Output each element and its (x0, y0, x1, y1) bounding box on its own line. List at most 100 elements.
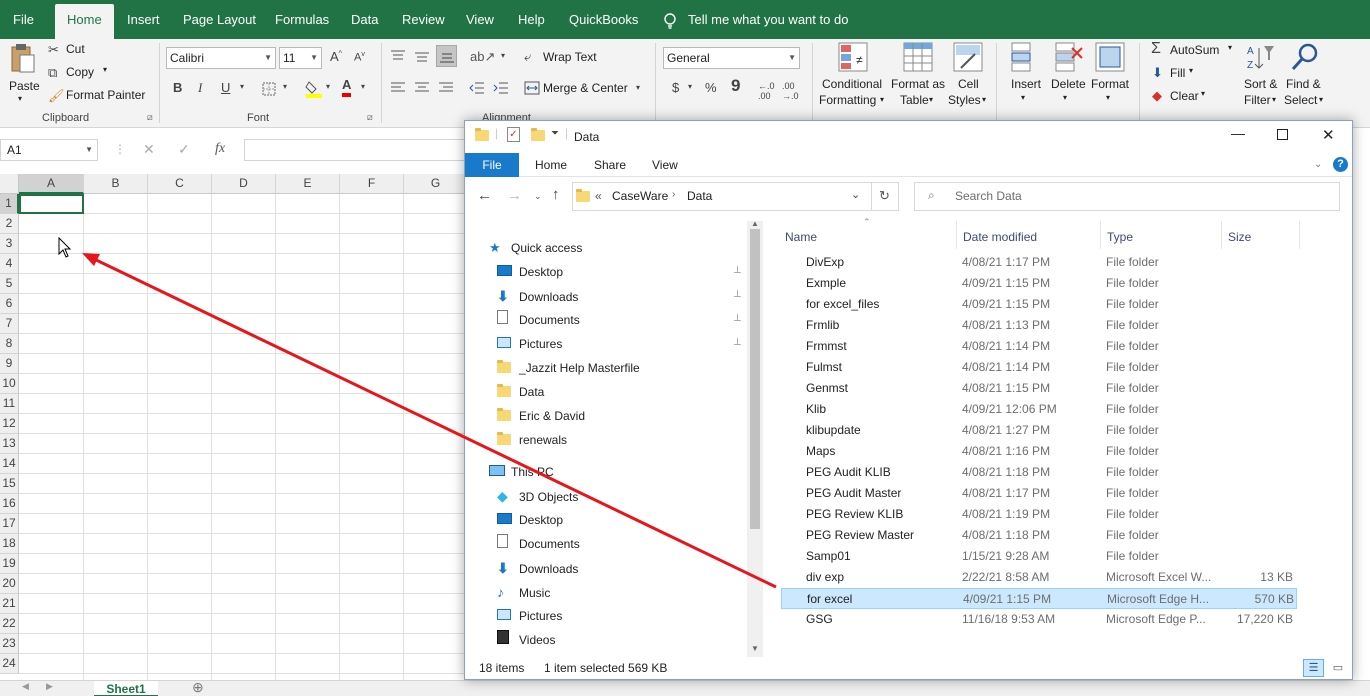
file-row[interactable]: Samp01 1/15/21 9:28 AM File folder (781, 546, 1297, 567)
scroll-down-icon[interactable]: ▼ (751, 644, 759, 653)
row-header-18[interactable]: 18 (0, 534, 19, 554)
fill-button[interactable]: Fill (1170, 66, 1185, 80)
scroll-up-icon[interactable]: ▲ (751, 219, 759, 228)
nav-scroll-thumb[interactable] (750, 229, 760, 529)
row-header-14[interactable]: 14 (0, 454, 19, 474)
column-header-name[interactable]: Name (785, 225, 817, 249)
tab-review[interactable]: Review (402, 0, 445, 39)
file-row[interactable]: Genmst 4/08/21 1:15 PM File folder (781, 378, 1297, 399)
column-header-size[interactable]: Size (1228, 225, 1251, 249)
cell-styles-label-1[interactable]: Cell (958, 77, 979, 91)
tab-view[interactable]: View (466, 0, 494, 39)
bottom-align-button[interactable] (436, 45, 457, 67)
sort-filter-label-1[interactable]: Sort & (1244, 77, 1277, 91)
explorer-tab-view[interactable]: View (652, 153, 678, 177)
row-header-13[interactable]: 13 (0, 434, 19, 454)
wrap-text-button[interactable]: Wrap Text (543, 50, 597, 64)
row-header-15[interactable]: 15 (0, 474, 19, 494)
address-bar[interactable]: « CaseWare › Data ⌄ ↻ (572, 182, 899, 211)
column-header-type[interactable]: Type (1107, 225, 1133, 249)
fill-color-icon[interactable] (305, 79, 323, 99)
comma-style-button[interactable]: 9 (731, 76, 740, 96)
dialog-launcher-icon[interactable]: ⧄ (147, 112, 153, 123)
file-row[interactable]: Fulmst 4/08/21 1:14 PM File folder (781, 357, 1297, 378)
breadcrumb-caseware[interactable]: CaseWare (612, 189, 668, 203)
insert-function-button[interactable]: fx (215, 141, 225, 157)
format-as-table-label-2[interactable]: Table (900, 93, 929, 107)
nav-item--jazzit-help-masterfile[interactable]: _Jazzit Help Masterfile (497, 357, 640, 379)
minimize-icon[interactable]: — (1231, 125, 1245, 141)
up-arrow-icon[interactable]: ↑ (552, 186, 560, 203)
column-header-c[interactable]: C (148, 174, 212, 194)
new-folder-icon[interactable] (531, 128, 545, 141)
dialog-launcher-icon[interactable]: ⧄ (367, 112, 373, 123)
row-header-20[interactable]: 20 (0, 574, 19, 594)
clear-button[interactable]: Clear (1170, 89, 1199, 103)
cell-styles-label-2[interactable]: Styles (948, 93, 981, 107)
tab-formulas[interactable]: Formulas (275, 0, 329, 39)
add-sheet-icon[interactable]: ⊕ (192, 679, 204, 696)
sort-filter-label-2[interactable]: Filter (1244, 93, 1271, 107)
column-header-a[interactable]: A (19, 174, 84, 194)
explorer-tab-file[interactable]: File (465, 153, 519, 177)
row-header-2[interactable]: 2 (0, 214, 19, 234)
row-header-4[interactable]: 4 (0, 254, 19, 274)
row-header-21[interactable]: 21 (0, 594, 19, 614)
decrease-font-icon[interactable]: Av (354, 51, 365, 64)
autosum-button[interactable]: AutoSum (1170, 43, 1219, 57)
tab-page-layout[interactable]: Page Layout (183, 0, 256, 39)
confirm-entry-icon[interactable]: ✓ (178, 141, 190, 158)
format-painter-button[interactable]: Format Painter (66, 88, 145, 102)
row-header-19[interactable]: 19 (0, 554, 19, 574)
maximize-icon[interactable] (1277, 129, 1288, 140)
font-size-combo[interactable]: 11 ▼ (279, 47, 322, 69)
align-left-icon[interactable] (390, 81, 406, 95)
row-header-11[interactable]: 11 (0, 394, 19, 414)
row-header-7[interactable]: 7 (0, 314, 19, 334)
nav-item-downloads[interactable]: ⬇ Downloads (497, 285, 578, 307)
file-row[interactable]: Exmple 4/09/21 1:15 PM File folder (781, 273, 1297, 294)
nav-this-pc[interactable]: This PC (489, 461, 554, 483)
increase-font-icon[interactable]: A^ (330, 49, 342, 64)
row-header-16[interactable]: 16 (0, 494, 19, 514)
file-row[interactable]: for excel_files 4/09/21 1:15 PM File folde… (781, 294, 1297, 315)
tab-help[interactable]: Help (518, 0, 545, 39)
recent-locations-icon[interactable]: ⌄ (534, 191, 542, 202)
nav-pc-item-documents[interactable]: Documents (497, 533, 580, 555)
row-header-12[interactable]: 12 (0, 414, 19, 434)
format-as-table-label-1[interactable]: Format as (891, 77, 945, 91)
nav-pc-item-music[interactable]: ♪ Music (497, 581, 550, 603)
nav-item-desktop[interactable]: Desktop (497, 261, 563, 283)
column-header-e[interactable]: E (276, 174, 340, 194)
italic-button[interactable]: I (198, 80, 202, 96)
tab-quickbooks[interactable]: QuickBooks (569, 0, 638, 39)
merge-center-button[interactable]: Merge & Center (543, 81, 628, 95)
back-arrow-icon[interactable]: ← (477, 187, 492, 204)
customize-toolbar-icon[interactable]: ⏷ (551, 128, 559, 139)
search-box[interactable]: ⌕ Search Data (914, 182, 1340, 211)
select-all-corner[interactable] (0, 174, 19, 194)
nav-item-data[interactable]: Data (497, 381, 544, 403)
format-cells-button[interactable]: Format (1091, 77, 1129, 91)
nav-pc-item-3d-objects[interactable]: ◆ 3D Objects (497, 485, 578, 507)
copy-button[interactable]: Copy (66, 65, 94, 79)
file-row[interactable]: PEG Review Master 4/08/21 1:18 PM File fol… (781, 525, 1297, 546)
align-center-icon[interactable] (414, 81, 430, 95)
file-row[interactable]: Maps 4/08/21 1:16 PM File folder (781, 441, 1297, 462)
bold-button[interactable]: B (173, 80, 182, 95)
large-icons-view-icon[interactable]: ▭ (1329, 659, 1347, 677)
conditional-formatting-label-1[interactable]: Conditional (822, 77, 882, 91)
row-header-6[interactable]: 6 (0, 294, 19, 314)
file-row[interactable]: Xdiv exp2/22/21 8:58 AMMicrosoft Excel W… (781, 567, 1297, 588)
tab-data[interactable]: Data (351, 0, 378, 39)
active-cell-a1[interactable] (19, 194, 84, 214)
scroll-right-icon[interactable]: ▶ (46, 681, 53, 692)
decrease-indent-icon[interactable] (469, 81, 485, 95)
row-header-9[interactable]: 9 (0, 354, 19, 374)
find-select-label-1[interactable]: Find & (1286, 77, 1321, 91)
refresh-icon[interactable]: ↻ (879, 188, 890, 204)
nav-quick-access[interactable]: ★ Quick access (489, 237, 582, 259)
nav-pc-item-desktop[interactable]: Desktop (497, 509, 563, 531)
font-color-icon[interactable]: A (342, 77, 352, 97)
breadcrumb-data[interactable]: Data (687, 189, 712, 203)
